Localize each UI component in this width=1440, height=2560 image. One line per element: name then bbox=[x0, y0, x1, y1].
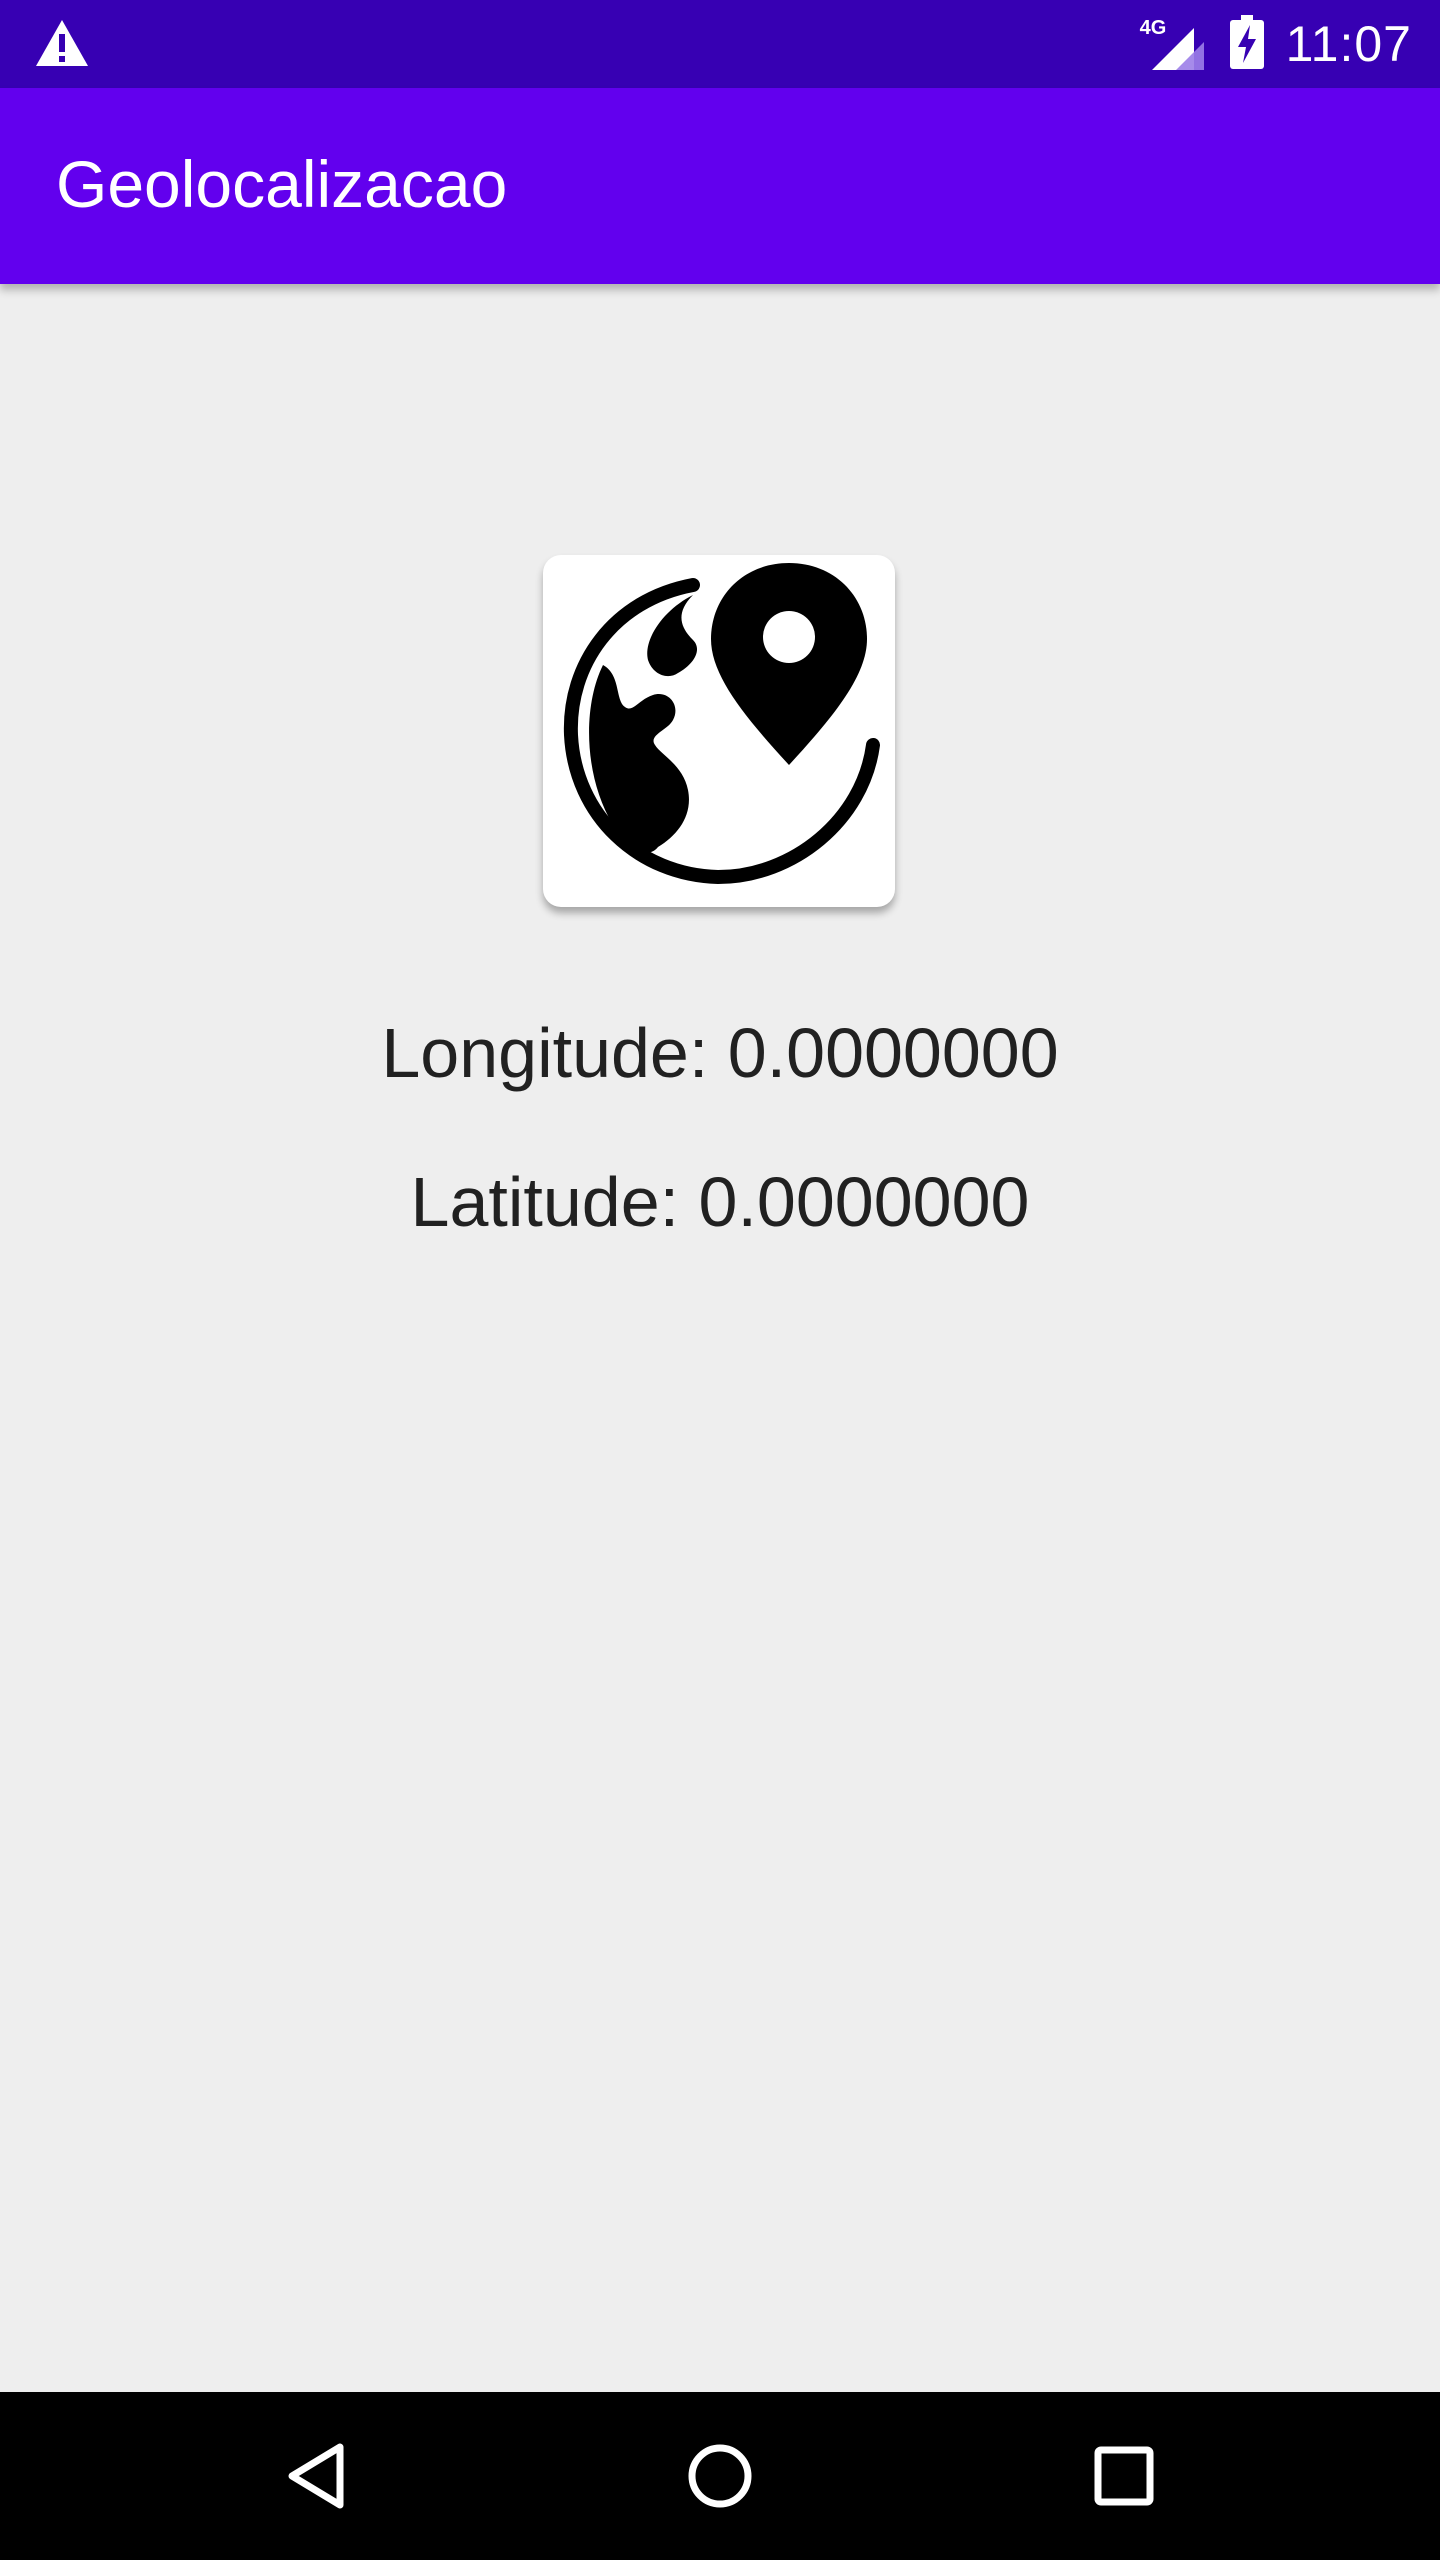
navigation-bar bbox=[0, 2392, 1440, 2560]
home-icon bbox=[688, 2444, 752, 2508]
globe-location-icon bbox=[543, 555, 895, 907]
home-button[interactable] bbox=[640, 2392, 800, 2560]
signal-icon: 4G bbox=[1140, 18, 1204, 70]
back-button[interactable] bbox=[236, 2392, 396, 2560]
back-icon bbox=[288, 2443, 344, 2509]
recents-button[interactable] bbox=[1044, 2392, 1204, 2560]
longitude-text: Longitude: 0.0000000 bbox=[381, 1014, 1059, 1092]
recents-icon bbox=[1094, 2446, 1154, 2506]
status-bar: 4G 11:07 bbox=[0, 0, 1440, 88]
warning-icon bbox=[34, 18, 90, 68]
latitude-text: Latitude: 0.0000000 bbox=[410, 1163, 1030, 1241]
battery-charging-icon bbox=[1229, 14, 1264, 74]
status-time: 11:07 bbox=[1285, 16, 1412, 72]
app-title: Geolocalizacao bbox=[56, 147, 508, 221]
status-icons: 4G 11:07 bbox=[1140, 0, 1412, 88]
app-bar: Geolocalizacao bbox=[0, 88, 1440, 284]
